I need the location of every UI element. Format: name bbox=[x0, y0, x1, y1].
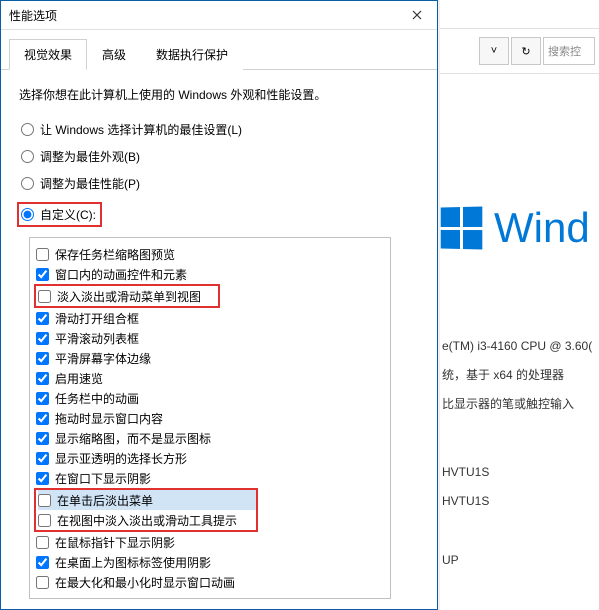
checkbox-input[interactable] bbox=[36, 332, 49, 345]
info-line: e(TM) i3-4160 CPU @ 3.60( bbox=[442, 332, 599, 361]
checkbox-label: 平滑屏幕字体边缘 bbox=[55, 350, 151, 367]
tab-dep[interactable]: 数据执行保护 bbox=[141, 39, 243, 70]
check-option[interactable]: 在桌面上为图标标签使用阴影 bbox=[36, 552, 386, 572]
checkbox-label: 在窗口下显示阴影 bbox=[55, 470, 151, 487]
background-window: ˅ ↻ 搜索控 Wind e(TM) i3-4160 CPU @ 3.60( 统… bbox=[440, 0, 599, 610]
info-line: 比显示器的笔或触控输入 bbox=[442, 390, 599, 419]
radio-option[interactable]: 调整为最佳性能(P) bbox=[21, 175, 419, 192]
checkbox-label: 平滑滚动列表框 bbox=[55, 330, 139, 347]
check-option[interactable]: 启用速览 bbox=[36, 368, 386, 388]
check-option[interactable]: 在视图中淡入淡出或滑动工具提示 bbox=[38, 510, 256, 530]
system-codes: HVTU1S HVTU1S bbox=[440, 458, 599, 516]
checkbox-label: 滑动打开组合框 bbox=[55, 310, 139, 327]
radio-option[interactable]: 自定义(C): bbox=[21, 202, 419, 227]
check-option[interactable]: 在最大化和最小化时显示窗口动画 bbox=[36, 572, 386, 592]
description-text: 选择你想在此计算机上使用的 Windows 外观和性能设置。 bbox=[19, 86, 419, 103]
performance-options-dialog: 性能选项 视觉效果 高级 数据执行保护 选择你想在此计算机上使用的 Window… bbox=[0, 0, 438, 610]
checkbox-label: 在鼠标指针下显示阴影 bbox=[55, 534, 175, 551]
chevron-down-icon: ˅ bbox=[491, 45, 497, 57]
checkbox-label: 淡入淡出或滑动菜单到视图 bbox=[57, 288, 201, 305]
check-option[interactable]: 保存任务栏缩略图预览 bbox=[36, 244, 386, 264]
search-input[interactable]: 搜索控 bbox=[543, 37, 595, 65]
check-option[interactable]: 淡入淡出或滑动菜单到视图 bbox=[38, 286, 218, 306]
check-option[interactable]: 在窗口下显示阴影 bbox=[36, 468, 386, 488]
check-option[interactable]: 在鼠标指针下显示阴影 bbox=[36, 532, 386, 552]
highlight-box: 自定义(C): bbox=[17, 202, 102, 227]
close-icon bbox=[412, 10, 422, 20]
info-line: 统，基于 x64 的处理器 bbox=[442, 361, 599, 390]
radio-option[interactable]: 调整为最佳外观(B) bbox=[21, 148, 419, 165]
check-option[interactable]: 平滑屏幕字体边缘 bbox=[36, 348, 386, 368]
titlebar: 性能选项 bbox=[1, 1, 437, 30]
checkbox-label: 拖动时显示窗口内容 bbox=[55, 410, 163, 427]
check-option[interactable]: 滑动打开组合框 bbox=[36, 308, 386, 328]
close-button[interactable] bbox=[397, 1, 437, 29]
checkbox-input[interactable] bbox=[36, 352, 49, 365]
system-info: e(TM) i3-4160 CPU @ 3.60( 统，基于 x64 的处理器 … bbox=[440, 332, 599, 418]
radio-input[interactable] bbox=[21, 177, 34, 190]
checkbox-input[interactable] bbox=[36, 536, 49, 549]
checkbox-label: 保存任务栏缩略图预览 bbox=[55, 246, 175, 263]
brand-text: Wind bbox=[494, 204, 590, 252]
check-option[interactable]: 平滑滚动列表框 bbox=[36, 328, 386, 348]
tab-advanced[interactable]: 高级 bbox=[87, 39, 141, 70]
checkbox-input[interactable] bbox=[36, 452, 49, 465]
checkbox-label: 在桌面上为图标标签使用阴影 bbox=[55, 554, 211, 571]
check-option[interactable]: 显示亚透明的选择长方形 bbox=[36, 448, 386, 468]
checkbox-input[interactable] bbox=[36, 312, 49, 325]
checkbox-input[interactable] bbox=[38, 514, 51, 527]
radio-input[interactable] bbox=[21, 123, 34, 136]
radio-label: 让 Windows 选择计算机的最佳设置(L) bbox=[40, 121, 242, 138]
checkbox-label: 在单击后淡出菜单 bbox=[57, 492, 153, 509]
visual-effects-list[interactable]: 保存任务栏缩略图预览窗口内的动画控件和元素淡入淡出或滑动菜单到视图滑动打开组合框… bbox=[29, 237, 391, 599]
checkbox-label: 任务栏中的动画 bbox=[55, 390, 139, 407]
radio-group: 让 Windows 选择计算机的最佳设置(L) 调整为最佳外观(B) 调整为最佳性能… bbox=[21, 121, 419, 227]
radio-label: 调整为最佳性能(P) bbox=[40, 175, 140, 192]
checkbox-input[interactable] bbox=[36, 412, 49, 425]
tab-visual-effects[interactable]: 视觉效果 bbox=[9, 39, 87, 70]
refresh-icon: ↻ bbox=[521, 45, 530, 58]
tab-bar: 视觉效果 高级 数据执行保护 bbox=[1, 30, 437, 70]
dialog-title: 性能选项 bbox=[9, 7, 57, 24]
workgroup: UP bbox=[440, 546, 599, 575]
windows-logo-icon bbox=[441, 206, 483, 249]
tab-content: 选择你想在此计算机上使用的 Windows 外观和性能设置。 让 Windows… bbox=[1, 70, 437, 609]
checkbox-input[interactable] bbox=[36, 248, 49, 261]
checkbox-input[interactable] bbox=[36, 432, 49, 445]
radio-option[interactable]: 让 Windows 选择计算机的最佳设置(L) bbox=[21, 121, 419, 138]
checkbox-input[interactable] bbox=[36, 556, 49, 569]
checkbox-input[interactable] bbox=[36, 268, 49, 281]
checkbox-input[interactable] bbox=[38, 290, 51, 303]
check-option[interactable]: 任务栏中的动画 bbox=[36, 388, 386, 408]
search-placeholder: 搜索控 bbox=[548, 43, 581, 59]
checkbox-label: 显示亚透明的选择长方形 bbox=[55, 450, 187, 467]
checkbox-input[interactable] bbox=[38, 494, 51, 507]
radio-label: 自定义(C): bbox=[40, 206, 96, 223]
code-line: HVTU1S bbox=[442, 458, 599, 487]
checkbox-label: 启用速览 bbox=[55, 370, 103, 387]
dropdown-button[interactable]: ˅ bbox=[479, 37, 509, 65]
refresh-button[interactable]: ↻ bbox=[511, 37, 541, 65]
checkbox-input[interactable] bbox=[36, 372, 49, 385]
check-option[interactable]: 在单击后淡出菜单 bbox=[38, 490, 256, 510]
highlight-box: 在单击后淡出菜单在视图中淡入淡出或滑动工具提示 bbox=[34, 488, 258, 532]
check-option[interactable]: 显示缩略图，而不是显示图标 bbox=[36, 428, 386, 448]
radio-input[interactable] bbox=[21, 150, 34, 163]
radio-input[interactable] bbox=[21, 208, 34, 221]
checkbox-label: 显示缩略图，而不是显示图标 bbox=[55, 430, 211, 447]
bg-toolbar: ˅ ↻ 搜索控 bbox=[440, 29, 599, 74]
checkbox-label: 在视图中淡入淡出或滑动工具提示 bbox=[57, 512, 237, 529]
checkbox-label: 窗口内的动画控件和元素 bbox=[55, 266, 187, 283]
check-option[interactable]: 窗口内的动画控件和元素 bbox=[36, 264, 386, 284]
group-line: UP bbox=[442, 546, 599, 575]
checkbox-input[interactable] bbox=[36, 392, 49, 405]
windows-brand: Wind bbox=[440, 204, 599, 252]
checkbox-input[interactable] bbox=[36, 576, 49, 589]
checkbox-label: 在最大化和最小化时显示窗口动画 bbox=[55, 574, 235, 591]
checkbox-input[interactable] bbox=[36, 472, 49, 485]
check-option[interactable]: 拖动时显示窗口内容 bbox=[36, 408, 386, 428]
highlight-box: 淡入淡出或滑动菜单到视图 bbox=[34, 284, 220, 308]
code-line: HVTU1S bbox=[442, 487, 599, 516]
radio-label: 调整为最佳外观(B) bbox=[40, 148, 140, 165]
